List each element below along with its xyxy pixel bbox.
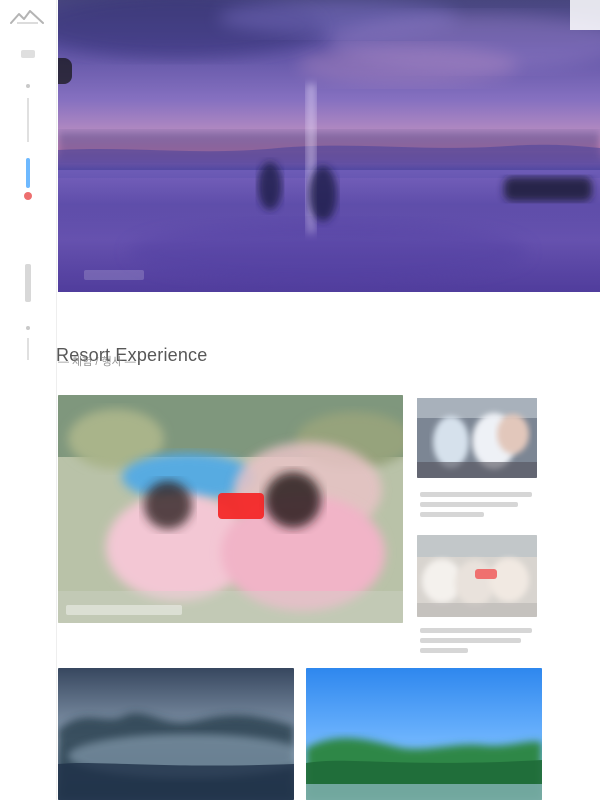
nav-dot-2[interactable] (26, 326, 30, 330)
hero-caption (84, 270, 144, 280)
feature-card-bottom-right[interactable] (417, 535, 537, 617)
sidebar-nav (21, 50, 35, 370)
nav-divider-1 (27, 98, 29, 142)
feature-top-right-caption (420, 492, 532, 522)
feature-card-top-right[interactable] (417, 398, 537, 478)
feature-bottom-right-caption (420, 628, 532, 658)
lake-mountain-image-card[interactable] (58, 668, 294, 800)
section-subtitle: — 체험 / 행사 — (58, 356, 136, 368)
play-icon[interactable] (58, 58, 72, 84)
feature-card-main[interactable] (58, 395, 403, 623)
mountain-logo-icon[interactable] (10, 6, 44, 26)
nav-active-indicator[interactable] (26, 158, 30, 188)
green-hills-image-card[interactable] (306, 668, 542, 800)
nav-vertical-label[interactable] (25, 264, 31, 302)
app-page: Resort Experience — 체험 / 행사 — (0, 0, 600, 800)
hero-corner-button[interactable] (570, 0, 600, 30)
feature-main-caption (66, 605, 182, 615)
nav-alert-dot[interactable] (24, 192, 32, 200)
nav-top-icon[interactable] (21, 50, 35, 58)
nav-dot-1[interactable] (26, 84, 30, 88)
nav-divider-2 (27, 338, 29, 360)
sidebar (0, 0, 57, 800)
hero-banner[interactable] (58, 0, 600, 292)
